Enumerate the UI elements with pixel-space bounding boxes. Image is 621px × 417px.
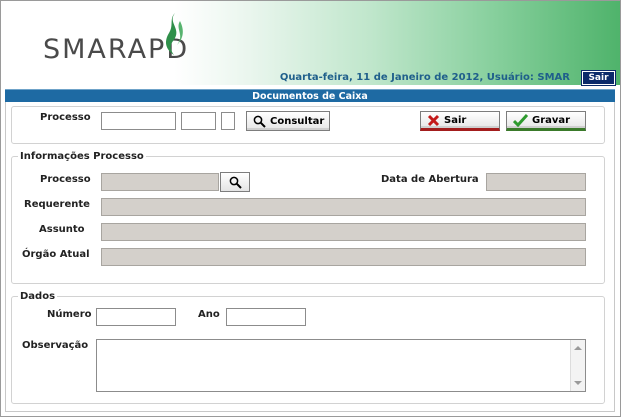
observacao-label: Observação (22, 340, 89, 351)
logout-button[interactable]: Sair (581, 70, 616, 86)
observacao-scrollbar[interactable] (570, 340, 585, 391)
assunto-label: Assunto (39, 224, 85, 235)
sair-label: Sair (444, 114, 467, 126)
green-check-icon (513, 113, 528, 127)
magnifier-icon (253, 115, 266, 128)
dados-legend: Dados (18, 291, 58, 302)
gravar-label: Gravar (532, 114, 571, 126)
processo-lookup-button[interactable] (220, 172, 250, 192)
processo-field-2[interactable] (181, 112, 216, 130)
numero-field[interactable] (96, 308, 176, 326)
processo-field-1[interactable] (101, 112, 176, 130)
data-abertura-field (486, 173, 586, 191)
orgao-atual-label: Órgão Atual (22, 249, 90, 260)
page-title: Documentos de Caixa (5, 89, 615, 102)
numero-label: Número (47, 309, 92, 320)
requerente-label: Requerente (24, 199, 90, 210)
magnifier-icon (229, 176, 242, 189)
scroll-down-icon[interactable] (574, 381, 582, 385)
scroll-up-icon[interactable] (574, 346, 582, 350)
user-session-info: Quarta-feira, 11 de Janeiro de 2012, Usu… (279, 72, 570, 83)
header-banner: SMARAPD Quarta-feira, 11 de Janeiro de 2… (1, 1, 620, 86)
data-abertura-label: Data de Abertura (381, 174, 479, 185)
processo-search-label: Processo (40, 112, 91, 123)
ano-label: Ano (198, 309, 220, 320)
observacao-textarea[interactable] (96, 339, 586, 392)
ano-field[interactable] (226, 308, 306, 326)
observacao-text (97, 340, 585, 344)
assunto-field (101, 223, 586, 241)
orgao-atual-field (101, 248, 586, 266)
red-x-icon (427, 114, 440, 127)
consultar-button[interactable]: Consultar (246, 111, 330, 131)
requerente-field (101, 198, 586, 216)
processo-field-3[interactable] (221, 112, 235, 130)
processo-info-field (101, 173, 219, 191)
consultar-label: Consultar (270, 115, 325, 127)
gravar-button[interactable]: Gravar (506, 111, 586, 131)
info-processo-legend: Informações Processo (18, 151, 146, 162)
processo-info-label: Processo (40, 174, 91, 185)
sair-button[interactable]: Sair (420, 111, 500, 131)
leaf-logo-icon (166, 13, 183, 55)
